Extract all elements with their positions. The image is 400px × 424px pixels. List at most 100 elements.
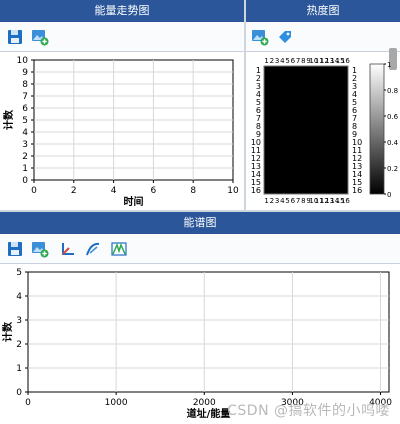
heatmap-cell xyxy=(342,146,349,155)
heatmap-cell xyxy=(337,146,344,155)
heatmap-cell xyxy=(342,186,349,195)
heatmap-cell xyxy=(300,186,307,195)
heatmap-cell xyxy=(285,138,291,147)
heatmap-cell xyxy=(306,138,312,147)
heatmap-cell xyxy=(269,114,275,123)
heatmap-cell xyxy=(279,186,286,195)
heatmap-bottom-label: 4 xyxy=(280,197,285,205)
heatmap-cell xyxy=(279,130,286,139)
heatmap-cell xyxy=(264,106,270,115)
heatmap-cell xyxy=(300,178,307,187)
heatmap-cell xyxy=(311,186,317,195)
heatmap-cell xyxy=(285,74,291,83)
heatmap-top-label: 2 xyxy=(270,57,274,65)
heatmap-cell xyxy=(300,66,307,75)
heatmap-cell xyxy=(279,90,286,99)
save-icon[interactable] xyxy=(5,239,25,259)
image-add-icon[interactable] xyxy=(30,27,50,47)
heatmap-cell xyxy=(285,114,291,123)
heatmap-cell xyxy=(332,90,338,99)
heatmap-cell xyxy=(311,122,317,131)
heatmap-cell xyxy=(332,66,338,75)
watermark: CSDN @搞软件的小呜喽 xyxy=(227,403,390,419)
heatmap-cell xyxy=(269,66,275,75)
heatmap-cell xyxy=(311,114,317,123)
y-tick-label: 3 xyxy=(16,316,22,326)
heatmap-cell xyxy=(264,114,270,123)
heatmap-cell xyxy=(290,90,296,99)
heatmap-panel-title: 热度图 xyxy=(246,0,400,22)
heatmap-cell xyxy=(342,138,349,147)
heatmap-cell xyxy=(264,66,270,75)
heatmap-cell xyxy=(332,98,338,107)
heatmap-cell xyxy=(342,82,349,91)
spectrum-panel: 能谱图 0 1000 2000 3000 4000 0 1 2 3 4 5 道址… xyxy=(0,212,400,424)
heatmap-bottom-label: 5 xyxy=(285,197,289,205)
heatmap-cell xyxy=(311,170,317,179)
heatmap-cell xyxy=(274,130,281,139)
angle-icon[interactable] xyxy=(58,239,78,259)
heatmap-cell xyxy=(342,98,349,107)
heatmap-cell xyxy=(342,162,349,171)
heatmap-cell xyxy=(306,130,312,139)
spectrum-toolbar xyxy=(0,235,400,264)
heatmap-cell xyxy=(321,178,328,187)
heatmap-cell xyxy=(295,154,302,163)
heatmap-cell xyxy=(279,74,286,83)
heatmap-cell xyxy=(269,162,275,171)
heatmap-cell xyxy=(311,106,317,115)
heatmap-cell xyxy=(332,138,338,147)
x-axis-label: 时间 xyxy=(124,195,144,208)
heatmap-panel: 热度图 1 2 3 4 5 6 7 8 9 10 11 12 13 14 15 16 1 2 3 4 5 6 7 8 9 10 11… xyxy=(246,0,400,210)
heatmap-bottom-label: 8 xyxy=(301,197,305,205)
heatmap-right-label: 16 xyxy=(352,186,362,195)
heatmap-cell xyxy=(285,98,291,107)
tag-icon[interactable] xyxy=(275,27,295,47)
y-axis-label: 计数 xyxy=(2,109,15,130)
heatmap-cell xyxy=(295,82,302,91)
heatmap-cell xyxy=(337,106,344,115)
heatmap-cell xyxy=(327,90,333,99)
heatmap-cell xyxy=(321,154,328,163)
heatmap-cell xyxy=(332,186,338,195)
heatmap-cell xyxy=(321,122,328,131)
heatmap-cell xyxy=(295,138,302,147)
heatmap-cell xyxy=(300,90,307,99)
save-icon[interactable] xyxy=(5,27,25,47)
heatmap-cell xyxy=(290,66,296,75)
heatmap-cell xyxy=(311,90,317,99)
heatmap-cell xyxy=(327,122,333,131)
heatmap-cell xyxy=(274,98,281,107)
heatmap-cell xyxy=(269,186,275,195)
image-add-icon[interactable] xyxy=(250,27,270,47)
heatmap-cell xyxy=(290,114,296,123)
y-tick-label: 1 xyxy=(16,364,22,374)
heatmap-cell xyxy=(321,82,328,91)
heatmap-cell xyxy=(337,138,344,147)
heatmap-cell xyxy=(311,146,317,155)
heatmap-cell xyxy=(279,170,286,179)
heatmap-cell xyxy=(306,154,312,163)
curve-icon[interactable] xyxy=(83,239,103,259)
heatmap-cell xyxy=(300,130,307,139)
heatmap-cell xyxy=(337,170,344,179)
heatmap-cell xyxy=(300,122,307,131)
heatmap-cell xyxy=(337,90,344,99)
heatmap-cell xyxy=(316,114,323,123)
heatmap-cell xyxy=(316,162,323,171)
x-tick-label: 2 xyxy=(71,186,77,196)
heatmap-cell xyxy=(274,66,281,75)
peak-icon[interactable] xyxy=(109,239,129,259)
heatmap-cell xyxy=(290,154,296,163)
heatmap-cell xyxy=(327,170,333,179)
heatmap-cell xyxy=(337,98,344,107)
heatmap-cell xyxy=(337,122,344,131)
heatmap-cell xyxy=(337,178,344,187)
heatmap-cell xyxy=(306,66,312,75)
heatmap-toolbar xyxy=(246,23,400,70)
image-add-icon[interactable] xyxy=(30,239,50,259)
y-axis-label: 计数 xyxy=(1,321,14,342)
heatmap-cell xyxy=(274,114,281,123)
heatmap-cell xyxy=(342,90,349,99)
heatmap-cell xyxy=(285,122,291,131)
